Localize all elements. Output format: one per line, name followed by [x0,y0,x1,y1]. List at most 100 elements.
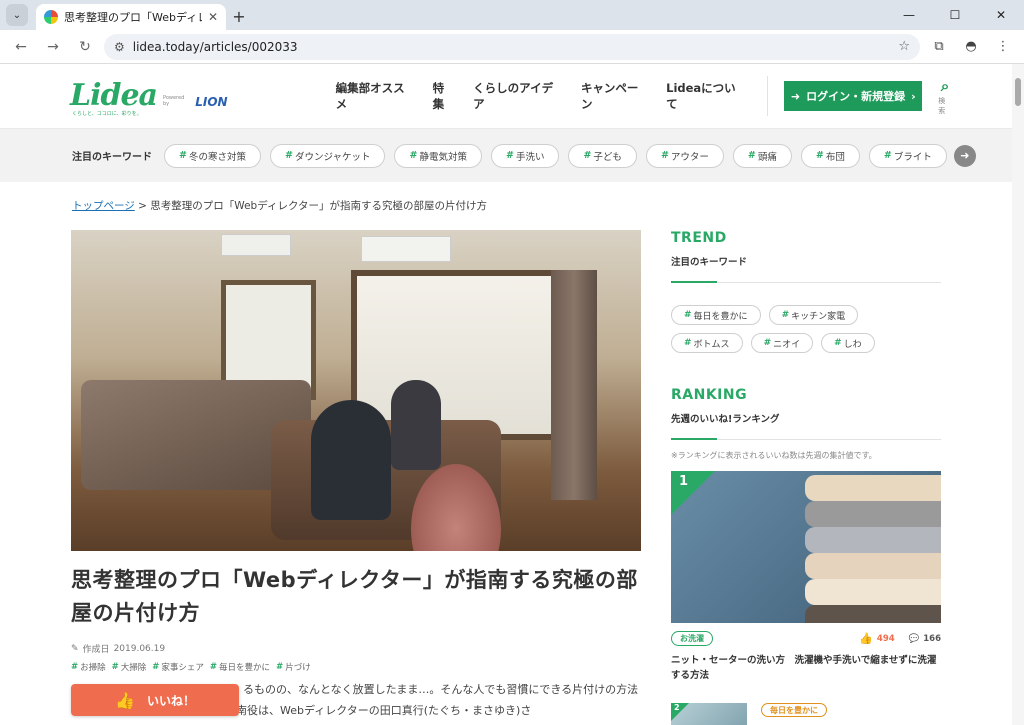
trend-subheading: 注目のキーワード [671,257,748,268]
trend-tag[interactable]: # しわ [821,333,875,353]
logo-wordmark: Lidea [70,78,158,113]
close-tab-icon[interactable]: ✕ [208,10,218,24]
site-header: Lidea くらしと、ココロに、彩りを。 Powered by LION 編集部… [0,64,1024,128]
keyword-chip[interactable]: # 冬の寒さ対策 [164,143,261,168]
person [391,380,441,470]
nav-item-about[interactable]: Lideaについて [666,80,745,112]
ranking-2-item[interactable]: 2 毎日を豊かに [671,703,941,725]
ranking-subheading: 先週のいいね!ランキング [671,414,780,425]
nav-item-recommend[interactable]: 編集部オススメ [336,80,415,112]
thumbs-up-icon: 👍 [115,690,135,710]
keyword-chip[interactable]: # 手洗い [490,143,560,168]
keyword-chip[interactable]: # アウター [645,143,724,168]
keyword-bar-label: 注目のキーワード [72,152,152,163]
breadcrumb: トップページ > 思考整理のプロ「Webディレクター」が指南する究極の部屋の片付… [72,198,487,213]
nav-item-campaign[interactable]: キャンペーン [581,80,648,112]
ranking-1-title[interactable]: ニット・セーターの洗い方 洗濯機や手洗いで縮ませずに洗濯する方法 [671,654,941,683]
breadcrumb-current: 思考整理のプロ「Webディレクター」が指南する究極の部屋の片付け方 [150,200,488,212]
site-settings-icon[interactable]: ⚙ [114,40,125,54]
article-tag[interactable]: # 片づけ [276,661,311,673]
maximize-icon[interactable]: ☐ [932,0,978,30]
browser-tab[interactable]: 思考整理のプロ「Webディレクター」が ✕ [36,4,226,30]
site-logo[interactable]: Lidea くらしと、ココロに、彩りを。 Powered by LION [70,78,228,118]
article-title: 思考整理のプロ「Webディレクター」が指南する究極の部屋の片付け方 [71,568,638,625]
article-tag[interactable]: # 毎日を豊かに [210,661,270,673]
search-button[interactable]: ⌕ 検索 [938,77,952,116]
sweater [805,579,941,605]
sweater [805,553,941,579]
comment-icon: 💬 [908,633,920,644]
ranking-1-image[interactable]: 1 [671,471,941,623]
sweater [805,527,941,553]
ranking-2-image: 2 [671,703,747,725]
minimize-icon[interactable]: — [886,0,932,30]
chevron-right-icon: › [911,89,916,103]
tab-strip: ⌄ 思考整理のプロ「Webディレクター」が ✕ + — ☐ ✕ [0,0,1024,30]
article-tag[interactable]: # 大掃除 [112,661,147,673]
air-conditioner [221,234,291,256]
browser-toolbar: ← → ↻ ⚙ lidea.today/articles/002033 ☆ ⧉ … [0,30,1024,64]
login-label: ログイン・新規登録 [806,90,906,103]
trend-tags: # 毎日を豊かに # キッチン家電 # ボトムス # ニオイ # しわ [671,305,911,353]
like-count: 👍 494 [859,632,895,645]
url-text: lidea.today/articles/002033 [132,39,298,54]
global-nav: 編集部オススメ 特集 くらしのアイデア キャンペーン Lideaについて [336,80,746,112]
keyword-chip[interactable]: # 静電気対策 [394,143,482,168]
powered-by-text: Powered by [163,95,185,107]
sweater [805,501,941,527]
forward-button[interactable]: → [40,34,66,60]
trend-tag[interactable]: # ニオイ [750,333,814,353]
category-badge[interactable]: お洗濯 [671,631,713,646]
page-viewport: Lidea くらしと、ココロに、彩りを。 Powered by LION 編集部… [0,64,1024,725]
curtain [551,270,597,500]
like-button[interactable]: 👍 いいね！ [71,684,239,716]
trend-tag[interactable]: # ボトムス [671,333,743,353]
article-tags: # お掃除 # 大掃除 # 家事シェア # 毎日を豊かに # 片づけ [71,661,311,673]
pencil-icon: ✎ [71,643,79,654]
tab-search-button[interactable]: ⌄ [6,4,28,26]
tab-title: 思考整理のプロ「Webディレクター」が [64,11,202,24]
article-date: ✎ 作成日 2019.06.19 [71,642,166,656]
keyword-chip[interactable]: # 布団 [800,143,860,168]
search-icon: ⌕ [940,76,950,95]
keyword-chip[interactable]: # 子ども [568,143,637,168]
keyword-bar: 注目のキーワード # 冬の寒さ対策 # ダウンジャケット # 静電気対策 # 手洗い #… [0,128,1024,182]
keyword-chip[interactable]: # ダウンジャケット [269,143,386,168]
address-bar[interactable]: ⚙ lidea.today/articles/002033 ☆ [104,33,920,60]
new-tab-button[interactable]: + [226,3,252,29]
ranking-section: RANKING 先週のいいね!ランキング ※ランキングに表示されるいいね数は先週… [671,387,941,725]
ranking-heading: RANKING [671,387,748,403]
rank-number: 1 [679,474,689,489]
trend-tag[interactable]: # 毎日を豊かに [671,305,761,325]
login-register-button[interactable]: ➜ ログイン・新規登録 › [784,81,923,111]
scrollbar-thumb[interactable] [1015,78,1021,106]
article-hero-image [71,230,641,551]
nav-item-ideas[interactable]: くらしのアイデア [473,80,563,112]
ranking-note: ※ランキングに表示されるいいね数は先週の集計値です。 [671,451,877,460]
close-window-icon[interactable]: ✕ [978,0,1024,30]
logo-tagline: くらしと、ココロに、彩りを。 [72,111,142,117]
menu-dots-icon[interactable]: ⋮ [990,34,1016,60]
profile-icon[interactable]: ◓ [958,34,984,60]
keyword-chip[interactable]: # ブライト [868,143,947,168]
bookmark-star-icon[interactable]: ☆ [898,39,910,54]
chevron-down-icon: ⌄ [12,9,22,21]
keyword-next-arrow-icon[interactable]: ➜ [953,144,976,167]
extensions-icon[interactable]: ⧉ [926,34,952,60]
date-value: 2019.06.19 [113,643,166,654]
trend-tag[interactable]: # キッチン家電 [768,305,859,325]
rank-number: 2 [674,703,680,713]
breadcrumb-home-link[interactable]: トップページ [72,200,135,212]
reload-button[interactable]: ↻ [72,34,98,60]
favicon-icon [44,10,58,24]
back-button[interactable]: ← [8,34,34,60]
like-label: いいね！ [146,693,195,708]
search-label: 検索 [938,96,946,115]
category-badge[interactable]: 毎日を豊かに [761,703,827,718]
article-tag[interactable]: # お掃除 [71,661,106,673]
breadcrumb-separator: > [138,200,147,212]
article-tag[interactable]: # 家事シェア [152,661,204,673]
nav-item-feature[interactable]: 特集 [433,80,456,112]
keyword-chip[interactable]: # 頭痛 [732,143,792,168]
page-scrollbar[interactable] [1012,64,1024,725]
